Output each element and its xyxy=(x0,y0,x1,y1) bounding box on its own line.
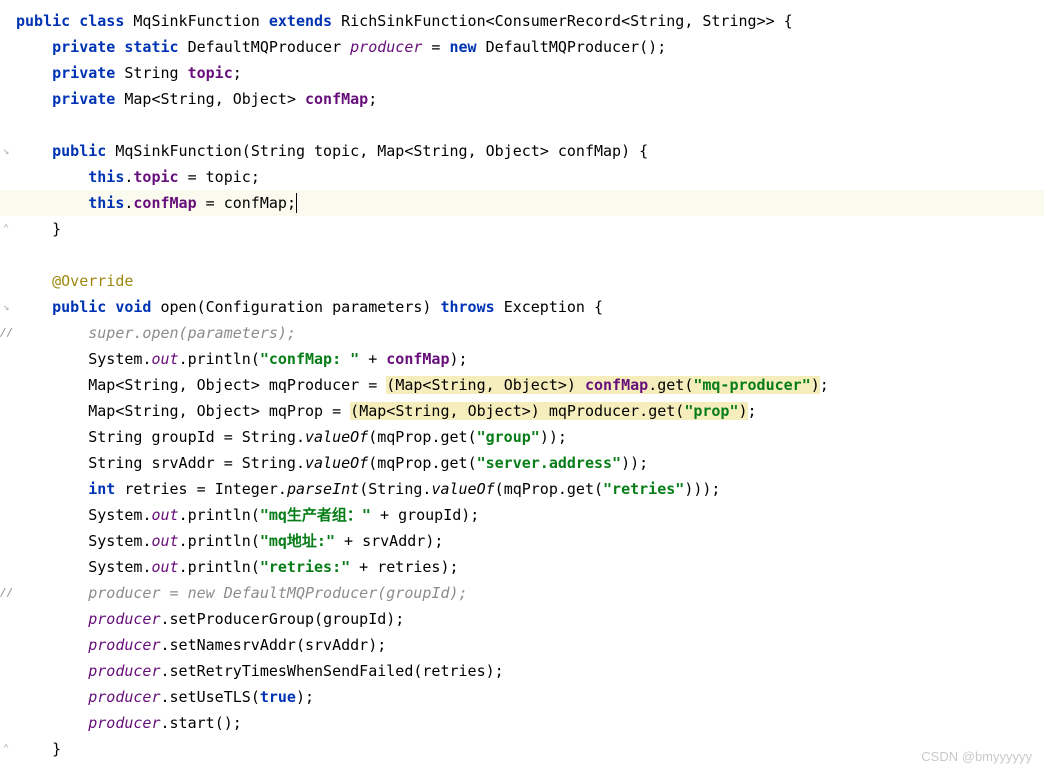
code-line[interactable]: ⌃ } xyxy=(0,216,1044,242)
gutter: ⌃ xyxy=(0,736,12,762)
code-line[interactable]: System.out.println("retries:" + retries)… xyxy=(0,554,1044,580)
code-line-comment[interactable]: // producer = new DefaultMQProducer(grou… xyxy=(0,580,1044,606)
code-text: private Map<String, Object> confMap; xyxy=(12,86,377,112)
code-line[interactable]: System.out.println("mq地址:" + srvAddr); xyxy=(0,528,1044,554)
code-text: Map<String, Object> mqProp = (Map<String… xyxy=(12,398,757,424)
code-text: System.out.println("confMap: " + confMap… xyxy=(12,346,468,372)
watermark: CSDN @bmyyyyyy xyxy=(921,749,1032,764)
code-line[interactable]: public class MqSinkFunction extends Rich… xyxy=(0,8,1044,34)
code-line[interactable]: producer.setProducerGroup(groupId); xyxy=(0,606,1044,632)
code-text: System.out.println("mq地址:" + srvAddr); xyxy=(12,528,443,554)
code-line[interactable]: Map<String, Object> mqProp = (Map<String… xyxy=(0,398,1044,424)
code-line[interactable]: private static DefaultMQProducer produce… xyxy=(0,34,1044,60)
code-line[interactable]: producer.start(); xyxy=(0,710,1044,736)
code-line[interactable]: producer.setUseTLS(true); xyxy=(0,684,1044,710)
gutter: ↘ xyxy=(0,138,12,164)
code-text: producer.setProducerGroup(groupId); xyxy=(12,606,404,632)
code-line[interactable]: int retries = Integer.parseInt(String.va… xyxy=(0,476,1044,502)
code-text: public MqSinkFunction(String topic, Map<… xyxy=(12,138,648,164)
code-line-comment[interactable]: // super.open(parameters); xyxy=(0,320,1044,346)
code-text: producer.setRetryTimesWhenSendFailed(ret… xyxy=(12,658,504,684)
code-text: @Override xyxy=(12,268,133,294)
code-text: } xyxy=(12,216,61,242)
code-line[interactable] xyxy=(0,242,1044,268)
code-text: String groupId = String.valueOf(mqProp.g… xyxy=(12,424,567,450)
code-line[interactable]: ↘ public void open(Configuration paramet… xyxy=(0,294,1044,320)
code-text: System.out.println("mq生产者组：" + groupId); xyxy=(12,502,479,528)
code-text: private String topic; xyxy=(12,60,242,86)
code-line[interactable]: System.out.println("confMap: " + confMap… xyxy=(0,346,1044,372)
code-text: int retries = Integer.parseInt(String.va… xyxy=(12,476,720,502)
code-line[interactable]: System.out.println("mq生产者组：" + groupId); xyxy=(0,502,1044,528)
code-line[interactable]: private Map<String, Object> confMap; xyxy=(0,86,1044,112)
code-text: this.confMap = confMap; xyxy=(12,190,296,216)
code-line-current[interactable]: this.confMap = confMap; xyxy=(0,190,1044,216)
gutter-comment: // xyxy=(0,320,12,346)
code-line[interactable]: ↘ public MqSinkFunction(String topic, Ma… xyxy=(0,138,1044,164)
code-text xyxy=(12,242,25,268)
code-line[interactable]: Map<String, Object> mqProducer = (Map<St… xyxy=(0,372,1044,398)
code-text: Map<String, Object> mqProducer = (Map<St… xyxy=(12,372,829,398)
text-cursor xyxy=(296,193,297,213)
code-text: public class MqSinkFunction extends Rich… xyxy=(12,8,793,34)
code-editor[interactable]: public class MqSinkFunction extends Rich… xyxy=(0,0,1044,770)
code-text: super.open(parameters); xyxy=(12,320,296,346)
code-text: this.topic = topic; xyxy=(12,164,260,190)
code-text: } xyxy=(12,736,61,762)
code-text: String srvAddr = String.valueOf(mqProp.g… xyxy=(12,450,648,476)
code-line[interactable]: producer.setNamesrvAddr(srvAddr); xyxy=(0,632,1044,658)
code-text: System.out.println("retries:" + retries)… xyxy=(12,554,459,580)
code-line[interactable]: this.topic = topic; xyxy=(0,164,1044,190)
code-text: producer.setUseTLS(true); xyxy=(12,684,314,710)
code-line[interactable]: ⌃ } xyxy=(0,736,1044,762)
gutter: ⌃ xyxy=(0,216,12,242)
code-line[interactable]: producer.setRetryTimesWhenSendFailed(ret… xyxy=(0,658,1044,684)
code-line[interactable] xyxy=(0,112,1044,138)
code-line[interactable]: String groupId = String.valueOf(mqProp.g… xyxy=(0,424,1044,450)
code-text: public void open(Configuration parameter… xyxy=(12,294,603,320)
code-text xyxy=(12,112,25,138)
gutter-comment: // xyxy=(0,580,12,606)
code-line[interactable]: String srvAddr = String.valueOf(mqProp.g… xyxy=(0,450,1044,476)
gutter: ↘ xyxy=(0,294,12,320)
code-text: producer.setNamesrvAddr(srvAddr); xyxy=(12,632,386,658)
code-text: producer.start(); xyxy=(12,710,242,736)
code-text: producer = new DefaultMQProducer(groupId… xyxy=(12,580,468,606)
code-text: private static DefaultMQProducer produce… xyxy=(12,34,666,60)
code-line[interactable]: @Override xyxy=(0,268,1044,294)
code-line[interactable]: private String topic; xyxy=(0,60,1044,86)
